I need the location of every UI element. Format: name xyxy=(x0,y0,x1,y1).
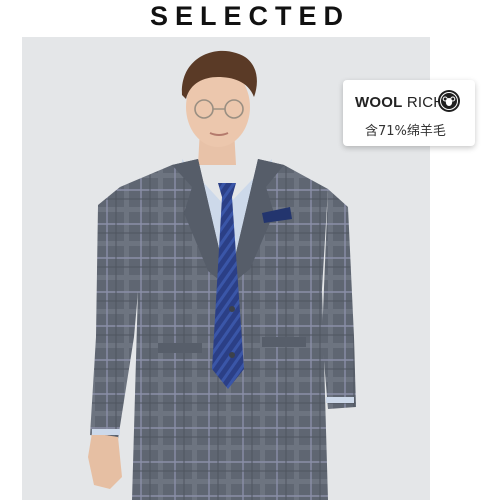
wool-rich-badge: WOOL RICH 含71%绵羊毛 xyxy=(343,80,475,146)
ram-head-seal-icon xyxy=(438,90,460,112)
wool-content-label: 含71%绵羊毛 xyxy=(365,124,446,139)
badge-title-wool: WOOL xyxy=(355,94,403,111)
badge-title: WOOL RICH xyxy=(355,94,444,111)
brand-logo: SELECTED xyxy=(149,0,351,31)
